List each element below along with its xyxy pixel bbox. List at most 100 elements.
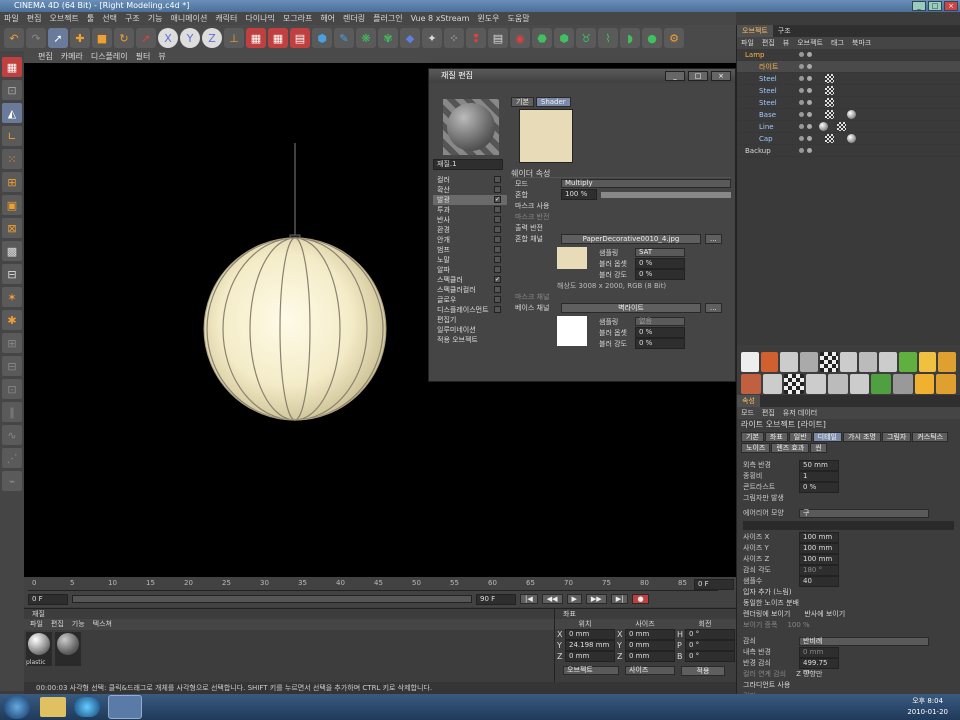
particle-icon[interactable]: ⁘: [444, 28, 464, 48]
object-row-light[interactable]: 라이트: [737, 61, 960, 73]
om-menu-edit[interactable]: 편집: [762, 37, 775, 49]
om-menu-file[interactable]: 파일: [741, 37, 754, 49]
area-size-y-field[interactable]: 100 mm: [799, 543, 839, 554]
vp-menu-filter[interactable]: 필터: [136, 51, 151, 63]
anchor-tag-icon[interactable]: [760, 352, 779, 372]
sampling2-dropdown[interactable]: 없음: [635, 317, 685, 326]
radius-decay-field[interactable]: 499.75 m: [799, 658, 839, 676]
move-icon[interactable]: ✚: [70, 28, 90, 48]
pos-z-field[interactable]: 0 mm: [565, 651, 615, 662]
blur-strength-field[interactable]: 0 %: [635, 269, 685, 280]
paint-icon[interactable]: ⋰: [2, 448, 22, 468]
om-menu-view[interactable]: 뷰: [783, 37, 789, 49]
bottle-icon[interactable]: ♉: [576, 28, 596, 48]
sculpt-icon[interactable]: ∿: [2, 425, 22, 445]
grid-tool-icon[interactable]: ⊞: [2, 333, 22, 353]
channel-environment[interactable]: 환경: [433, 225, 507, 235]
display-tag-icon[interactable]: [741, 352, 759, 372]
object-mode-icon[interactable]: ◭: [2, 103, 22, 123]
menu-file[interactable]: 파일: [4, 12, 19, 25]
array-icon[interactable]: ✾: [378, 28, 398, 48]
timeline[interactable]: 0 5 10 15 20 25 30 35 40 45 50 55 60 65 …: [24, 577, 736, 607]
parallel-icon[interactable]: ∥: [2, 402, 22, 422]
material-icon[interactable]: ◉: [510, 28, 530, 48]
menu-tools[interactable]: 툴: [87, 12, 94, 25]
blur-strength2-field[interactable]: 0 %: [635, 338, 685, 349]
texture-file-button[interactable]: PaperDecorative0010_4.jpg: [561, 233, 701, 244]
blur-offset2-field[interactable]: 0 %: [635, 327, 685, 338]
sky-tag-icon[interactable]: [914, 374, 935, 394]
tree-tag-icon[interactable]: [898, 352, 917, 372]
material-editor-titlebar[interactable]: 재질 편집 _ □ ×: [429, 69, 735, 83]
start-button[interactable]: [4, 695, 30, 719]
cloud-tag-icon[interactable]: [918, 352, 937, 372]
channel-normal[interactable]: 노말: [433, 255, 507, 265]
contrast-field[interactable]: 0 %: [799, 482, 839, 493]
axis-mode-icon[interactable]: ∟: [2, 126, 22, 146]
rot-p-field[interactable]: 0 °: [685, 640, 735, 651]
dialog-minimize-button[interactable]: _: [665, 71, 685, 81]
om-menu-objects[interactable]: 오브젝트: [797, 37, 823, 49]
polygons-mode-icon[interactable]: ▣: [2, 195, 22, 215]
attr-tab-coord[interactable]: 좌표: [764, 432, 788, 442]
object-row-base[interactable]: Base: [737, 109, 960, 121]
weather-tag-icon[interactable]: [936, 374, 957, 394]
menu-window[interactable]: 윈도우: [477, 12, 499, 25]
next-key-button[interactable]: ▶▶: [585, 594, 607, 604]
attr-tab-basic[interactable]: 기본: [741, 432, 764, 442]
cinema4d-task-icon[interactable]: [108, 695, 142, 719]
knife-icon[interactable]: ⌁: [2, 471, 22, 491]
dialog-close-button[interactable]: ×: [711, 71, 731, 81]
channel-color[interactable]: 컬러: [433, 175, 507, 185]
lock-icon[interactable]: ⊡: [2, 379, 22, 399]
sphere-icon[interactable]: ●: [642, 28, 662, 48]
channel-bump[interactable]: 범프: [433, 245, 507, 255]
attr-tab-visibility[interactable]: 가시 조명: [843, 432, 881, 442]
falloff-angle-field[interactable]: 180 °: [799, 565, 839, 576]
size-y-field[interactable]: 0 mm: [625, 640, 675, 651]
undo-icon[interactable]: ↶: [4, 28, 24, 48]
terrain-tag-icon[interactable]: [859, 352, 878, 372]
goto-start-button[interactable]: |◀: [520, 594, 538, 604]
y-axis-icon[interactable]: Y: [180, 28, 200, 48]
attr-menu-mode[interactable]: 모드: [741, 407, 754, 419]
attr-tab-general[interactable]: 일반: [788, 432, 812, 442]
inner-radius-field[interactable]: 0 mm: [799, 647, 839, 658]
noise-distribution-label[interactable]: 동일한 노이즈 분배: [743, 598, 799, 609]
render-settings-icon[interactable]: ▤: [290, 28, 310, 48]
menu-animation[interactable]: 애니메이션: [171, 12, 208, 25]
coord-mode-dropdown[interactable]: 오브젝트: [563, 666, 619, 675]
om-menu-bookmarks[interactable]: 북마크: [852, 37, 871, 49]
xpresso-icon[interactable]: ⬣: [532, 28, 552, 48]
channel-illumination[interactable]: 일루미네이션: [433, 325, 507, 335]
channel-transparency[interactable]: 투과: [433, 205, 507, 215]
cube-icon[interactable]: ⬢: [312, 28, 332, 48]
menu-hair[interactable]: 헤어: [320, 12, 335, 25]
show-in-render-label[interactable]: 렌더링에 보이기: [743, 609, 790, 620]
coord-system-icon[interactable]: ⊥: [224, 28, 244, 48]
coord-size-dropdown[interactable]: 사이즈: [625, 666, 675, 675]
hill-tag-icon[interactable]: [806, 374, 826, 394]
material-preview[interactable]: [443, 99, 499, 155]
attr-tab-shadow[interactable]: 그림자: [882, 432, 912, 442]
area-size-z-field[interactable]: 100 mm: [799, 554, 839, 565]
pos-x-field[interactable]: 0 mm: [565, 629, 615, 640]
attr-menu-edit[interactable]: 편집: [762, 407, 775, 419]
object-row-cap[interactable]: Cap: [737, 133, 960, 145]
attr-menu-userdata[interactable]: 유저 데이터: [783, 407, 817, 419]
material-editor-dialog[interactable]: 재질 편집 _ □ × 재질.1 컬러 확산 발광 ✓ 투과 반사 환경 안개 범…: [428, 68, 736, 382]
channel-reflection[interactable]: 반사: [433, 215, 507, 225]
record-button[interactable]: ●: [632, 594, 649, 604]
vp-menu-display[interactable]: 디스플레이: [91, 51, 128, 63]
area-object-link[interactable]: [743, 521, 954, 530]
menu-functions[interactable]: 기능: [148, 12, 163, 25]
edges-mode-icon[interactable]: ⊞: [2, 172, 22, 192]
timeline-ruler[interactable]: 0 5 10 15 20 25 30 35 40 45 50 55 60 65 …: [28, 579, 721, 591]
minimize-button[interactable]: _: [912, 1, 926, 11]
rot-h-field[interactable]: 0 °: [685, 629, 735, 640]
area-shape-dropdown[interactable]: 구: [799, 509, 929, 518]
channel-displacement[interactable]: 디스플레이스먼트: [433, 305, 507, 315]
texture-mode-icon[interactable]: ⊠: [2, 218, 22, 238]
select-arrow-icon[interactable]: ➚: [48, 28, 68, 48]
start-frame-field[interactable]: 0 F: [28, 593, 68, 605]
